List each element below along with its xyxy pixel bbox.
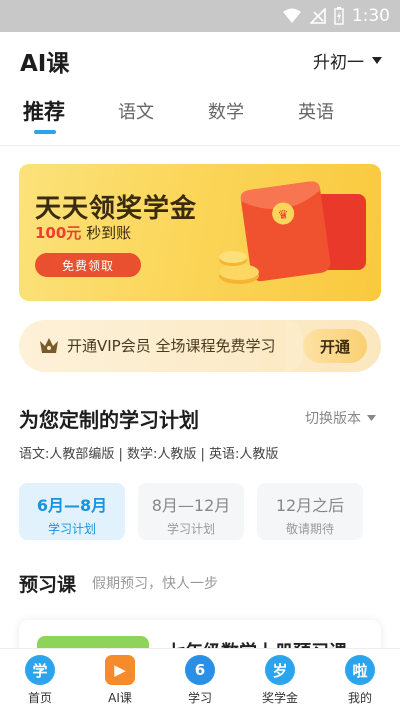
- study-plan-title: 为您定制的学习计划: [19, 408, 199, 432]
- scholarship-banner[interactable]: 天天领奖学金 100元 秒到账 免费领取 ♛: [19, 164, 381, 301]
- page-title: AI课: [20, 51, 70, 77]
- tab-english[interactable]: 英语: [298, 98, 334, 124]
- nav-item-home[interactable]: 学 首页: [0, 655, 80, 706]
- nav-label: 学习: [187, 691, 212, 705]
- preview-section-subtitle: 假期预习，快人一步: [92, 576, 218, 592]
- tab-math[interactable]: 数学: [208, 98, 244, 124]
- status-time: 1:30: [351, 6, 390, 26]
- status-bar: 1:30: [0, 0, 400, 32]
- home-icon: 学: [25, 655, 55, 685]
- grade-selector[interactable]: 升初一: [313, 48, 382, 73]
- divider: [0, 145, 400, 146]
- banner-title: 天天领奖学金: [35, 194, 198, 224]
- banner-subtitle: 100元 秒到账: [35, 222, 131, 243]
- bottom-nav: 学 首页 ▶ AI课 6 学习 岁 奖学金 啦 我的: [0, 648, 400, 711]
- switch-version-button[interactable]: 切换版本: [305, 408, 376, 428]
- open-vip-button[interactable]: 开通: [303, 329, 367, 363]
- plan-period: 12月之后: [275, 496, 345, 515]
- nav-label: AI课: [108, 691, 132, 705]
- grade-label: 升初一: [313, 53, 364, 73]
- app-header: AI课 升初一: [0, 32, 400, 87]
- tab-recommend[interactable]: 推荐: [23, 96, 65, 126]
- chevron-down-icon: [367, 415, 376, 421]
- study-icon: 6: [185, 655, 215, 685]
- scholarship-icon: 岁: [265, 655, 295, 685]
- nav-item-profile[interactable]: 啦 我的: [320, 655, 400, 706]
- nav-item-scholarship[interactable]: 岁 奖学金: [240, 655, 320, 706]
- switch-version-label: 切换版本: [305, 411, 361, 427]
- wifi-icon: [282, 8, 301, 23]
- preview-section-title: 预习课: [19, 574, 77, 596]
- subject-tabs: 推荐 语文 数学 英语: [0, 90, 400, 142]
- vip-divider: [285, 320, 303, 372]
- nav-item-study[interactable]: 6 学习: [160, 655, 240, 706]
- red-envelope-icon: ♛: [219, 181, 366, 284]
- crown-icon: [40, 338, 58, 353]
- plan-card-aug-dec[interactable]: 8月—12月 学习计划: [138, 483, 244, 540]
- claim-button[interactable]: 免费领取: [35, 253, 141, 277]
- tab-chinese[interactable]: 语文: [118, 98, 154, 124]
- textbook-versions: 语文:人教部编版 | 数学:人教版 | 英语:人教版: [19, 447, 279, 462]
- chevron-down-icon: [372, 57, 382, 64]
- plan-period: 6月—8月: [36, 496, 108, 515]
- nav-label: 我的: [347, 691, 372, 705]
- svg-text:♛: ♛: [277, 207, 290, 222]
- battery-icon: [334, 7, 344, 25]
- vip-promo-text: 开通VIP会员 全场课程免费学习: [67, 337, 276, 355]
- nav-label: 奖学金: [261, 691, 298, 705]
- signal-icon: [309, 8, 326, 24]
- vip-bar[interactable]: 开通VIP会员 全场课程免费学习 开通: [19, 320, 381, 372]
- tab-active-indicator: [34, 130, 56, 134]
- nav-label: 首页: [27, 691, 52, 705]
- nav-item-ai-lesson[interactable]: ▶ AI课: [80, 655, 160, 706]
- banner-subtitle-suffix: 秒到账: [86, 224, 132, 242]
- plan-card-after-dec[interactable]: 12月之后 敬请期待: [257, 483, 363, 540]
- banner-amount: 100元: [35, 224, 82, 242]
- plan-card-jun-aug[interactable]: 6月—8月 学习计划: [19, 483, 125, 540]
- plan-desc: 学习计划: [166, 522, 215, 536]
- status-icons: 1:30: [282, 0, 390, 32]
- plan-period: 8月—12月: [151, 496, 231, 515]
- plan-desc: 学习计划: [47, 522, 96, 536]
- plan-desc: 敬请期待: [285, 522, 334, 536]
- profile-icon: 啦: [345, 655, 375, 685]
- ai-lesson-icon: ▶: [105, 655, 135, 685]
